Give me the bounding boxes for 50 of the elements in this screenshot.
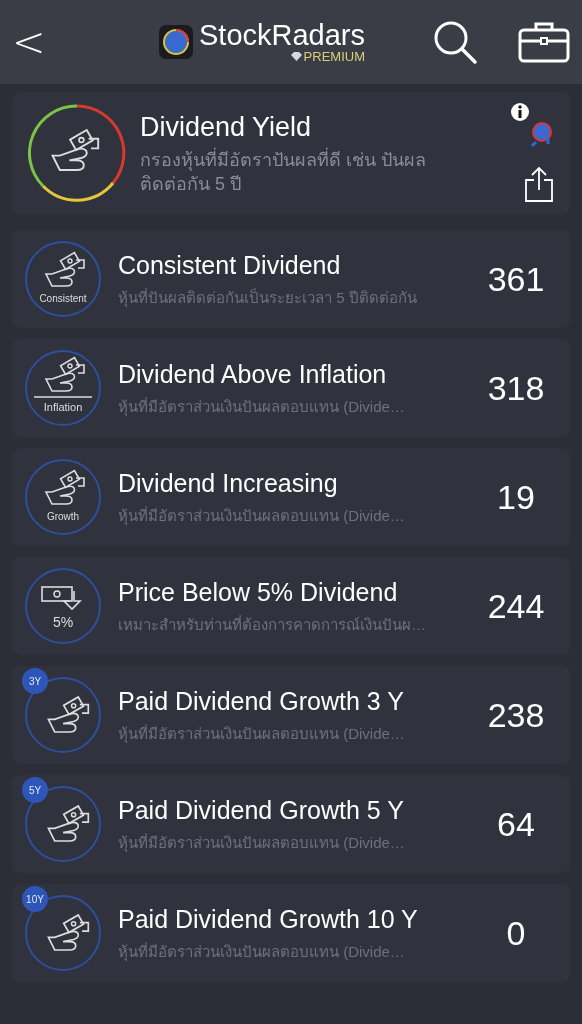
screener-description: หุ้นที่มีอัตราส่วนเงินปันผลตอบแทน (Divide… [118,505,406,527]
diamond-icon [290,52,302,61]
dividend-hand-icon: Growth [24,458,102,536]
screener-row[interactable]: 3Y Paid Dividend Growth 3 Y หุ้นที่มีอัตราส่วนเงินปันผลตอบแทน (Divide… 238 [12,666,570,764]
stock-count: 238 [486,694,546,736]
radar-logo-icon [159,25,193,59]
stock-count: 244 [486,585,546,627]
screener-description: หุ้นที่มีอัตราส่วนเงินปันผลตอบแทน (Divide… [118,941,406,963]
stock-count: 64 [496,803,536,845]
featured-title: Dividend Yield [140,111,313,144]
screener-row[interactable]: Growth Dividend Increasing หุ้นที่มีอัตราส่วนเงินปันผลตอบแทน (Divide… 19 [12,448,570,546]
screener-description: เหมาะสำหรับท่านที่ต้องการคาดการณ์เงินปันผ… [118,614,427,635]
featured-description: กรองหุ้นที่มีอัตราปันผลที่ดี เช่น ปันผลติดต่อกัน 5 ปี [140,148,470,196]
info-icon[interactable] [510,102,554,148]
screener-row[interactable]: Consistent Consistent Dividend หุ้นที่ปันผลติดต่อกันเป็นระยะเวลา 5 ปีติดต่อกัน 361 [12,230,570,328]
screener-title: Paid Dividend Growth 5 Y [118,795,405,826]
screener-title: Price Below 5% Dividend [118,577,399,608]
screener-row[interactable]: 10Y Paid Dividend Growth 10 Y หุ้นที่มีอัตราส่วนเงินปันผลตอบแทน (Divide… 0 [12,884,570,982]
search-icon[interactable] [432,19,478,65]
years-badge: 5Y [22,777,48,803]
years-badge: 3Y [22,668,48,694]
dividend-hand-icon [24,676,102,754]
back-button[interactable]: < [12,22,42,62]
screener-description: หุ้นที่มีอัตราส่วนเงินปันผลตอบแทน (Divide… [118,832,406,854]
dividend-hand-icon [28,104,126,202]
dividend-hand-icon: 5% [24,567,102,645]
years-badge: 10Y [22,886,48,912]
screener-row[interactable]: Inflation Dividend Above Inflation หุ้นที่มีอัตราส่วนเงินปันผลตอบแทน (Divide… 318 [12,339,570,437]
stock-count: 318 [486,367,546,409]
stock-count: 361 [486,258,546,300]
screener-title: Paid Dividend Growth 10 Y [118,904,419,935]
premium-label: PREMIUM [303,50,365,63]
screener-title: Dividend Above Inflation [118,359,388,390]
brand-name: StockRadars [199,21,365,50]
screener-row[interactable]: 5Y Paid Dividend Growth 5 Y หุ้นที่มีอัตราส่วนเงินปันผลตอบแทน (Divide… 64 [12,775,570,873]
screener-description: หุ้นที่มีอัตราส่วนเงินปันผลตอบแทน (Divide… [118,396,406,418]
share-icon[interactable] [524,166,554,202]
screener-title: Consistent Dividend [118,250,342,281]
briefcase-icon[interactable] [518,21,570,63]
screener-title: Dividend Increasing [118,468,339,499]
screener-title: Paid Dividend Growth 3 Y [118,686,405,717]
dividend-hand-icon: Consistent [24,240,102,318]
screener-description: หุ้นที่ปันผลติดต่อกันเป็นระยะเวลา 5 ปีติดต่อกัน [118,287,418,309]
screener-row[interactable]: 5% Price Below 5% Dividend เหมาะสำหรับท่านที่ต้องการคาดการณ์เงินปันผ… 244 [12,557,570,655]
dividend-hand-icon [24,894,102,972]
stock-count: 0 [505,912,527,954]
dividend-hand-icon [24,785,102,863]
dividend-hand-icon: Inflation [24,349,102,427]
screener-description: หุ้นที่มีอัตราส่วนเงินปันผลตอบแทน (Divide… [118,723,406,745]
stock-count: 19 [496,476,536,518]
